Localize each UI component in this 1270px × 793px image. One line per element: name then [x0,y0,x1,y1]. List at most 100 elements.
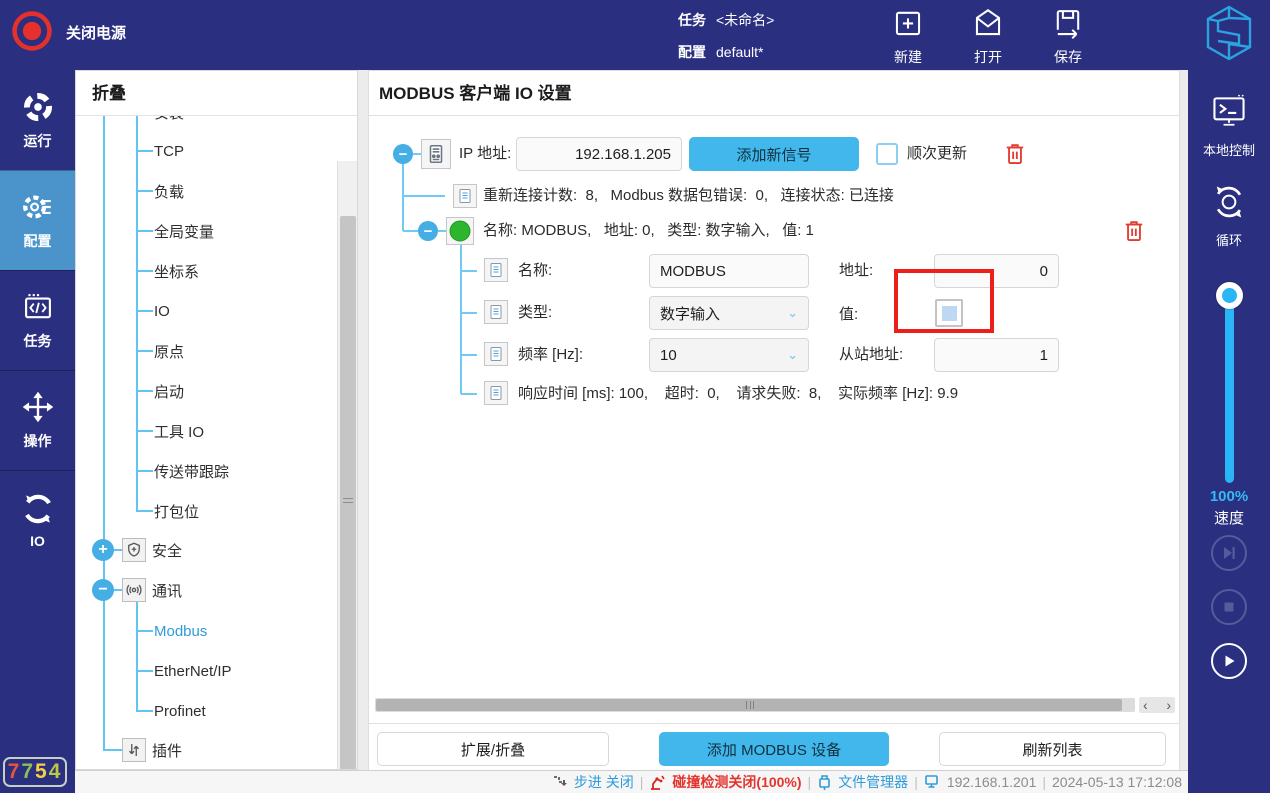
name-label: 名称: [518,261,552,281]
speed-percent: 100% [1188,488,1270,505]
tree-item-conveyor[interactable]: 传送带跟踪 [76,451,331,491]
config-tree-panel: 折叠 安装 TCP 负载 全局变量 坐标系 IO 原点 启动 工具 IO [75,70,358,770]
play-button[interactable] [1211,643,1247,679]
config-name: 配置default* [678,42,763,62]
collision-detect-status[interactable]: 碰撞检测关闭(100%) [672,772,801,792]
right-sidebar: 本地控制 循环 100% 速度 [1188,70,1270,793]
tree-item-payload[interactable]: 负载 [76,171,331,211]
sidebar-item-config[interactable]: 配置 [0,170,75,270]
expand-plus-icon[interactable]: + [92,539,114,561]
scroll-left-icon[interactable]: ‹ [1143,697,1148,713]
trash-icon [1004,142,1026,166]
signal-status-icon [446,217,474,245]
add-modbus-device-button[interactable]: 添加 MODBUS 设备 [659,732,889,766]
file-manager-icon [817,774,832,791]
sidebar-item-operate[interactable]: 操作 [0,370,75,470]
device-collapse-icon[interactable]: − [393,144,413,164]
scroll-right-icon[interactable]: › [1166,697,1171,713]
modbus-device-icon [421,139,451,169]
save-button[interactable]: 保存 [1036,6,1100,67]
delete-signal-button[interactable] [1123,219,1145,245]
sidebar-item-run[interactable]: 运行 [0,70,75,170]
step-mode-status[interactable]: 步进 关闭 [574,772,634,792]
shield-icon [122,538,146,562]
tree-item-pack-position[interactable]: 打包位 [76,491,331,531]
tree-item-coordinate[interactable]: 坐标系 [76,251,331,291]
highlight-annotation-box [894,269,994,333]
sequential-update-checkbox[interactable] [876,143,898,165]
delete-device-button[interactable] [1004,142,1026,168]
top-bar: 关闭电源 任务<未命名> 配置default* 新建 打开 保存 [0,0,1270,70]
document-icon [453,184,477,208]
value-label: 值: [839,305,858,325]
task-name: 任务<未命名> [678,10,774,30]
tree-item-profinet[interactable]: Profinet [76,691,331,731]
io-cycle-icon [21,492,55,526]
tree-item-safety[interactable]: + 安全 [76,530,331,570]
step-next-button[interactable] [1211,535,1247,571]
power-button[interactable] [10,9,54,53]
sidebar-item-task[interactable]: 任务 [0,270,75,370]
brand-logo-icon [1202,4,1256,62]
loop-button[interactable]: 循环 [1188,182,1270,249]
tree-item-communication[interactable]: − 通讯 [76,570,331,610]
loop-icon [1209,182,1249,222]
frequency-dropdown[interactable]: 10 ⌄ [649,338,809,372]
expand-collapse-button[interactable]: 扩展/折叠 [377,732,609,766]
stop-button[interactable] [1211,589,1247,625]
tree-item-home[interactable]: 原点 [76,331,331,371]
tree-item-tool-io[interactable]: 工具 IO [76,411,331,451]
local-control-button[interactable]: 本地控制 [1188,92,1270,159]
horizontal-scrollbar[interactable] [375,698,1135,712]
speed-slider-track[interactable] [1225,298,1234,483]
datetime: 2024-05-13 17:12:08 [1052,774,1182,790]
tree-scrollbar-thumb[interactable] [340,216,356,769]
chevron-down-icon: ⌄ [787,305,798,321]
tree-item-global-vars[interactable]: 全局变量 [76,211,331,251]
tree-item-tcp[interactable]: TCP [76,131,331,171]
horizontal-scrollbar-thumb[interactable] [376,699,1122,711]
local-control-icon [1209,92,1249,132]
save-icon [1051,6,1085,40]
open-file-icon [971,6,1005,40]
chevron-down-icon: ⌄ [787,347,798,363]
robot-ip: 192.168.1.201 [947,774,1037,790]
status-bar: 步进 关闭 | 碰撞检测关闭(100%) | 文件管理器 | 192.168.1… [75,770,1188,793]
ip-input[interactable] [516,137,682,171]
network-icon [924,774,941,790]
name-input[interactable] [649,254,809,288]
left-sidebar: 运行 配置 任务 操作 IO 7 7 [0,70,75,793]
tree-item-plugin[interactable]: 插件 [76,730,331,769]
type-label: 类型: [518,303,552,323]
modbus-settings-panel: MODBUS 客户端 IO 设置 − IP 地址: 添加新信号 顺次更新 重新连… [368,70,1180,770]
signal-collapse-icon[interactable]: − [418,221,438,241]
trash-icon [1123,219,1145,243]
tree-item-startup[interactable]: 启动 [76,371,331,411]
tree-item-io[interactable]: IO [76,291,331,331]
signal-summary: 名称: MODBUS, 地址: 0, 类型: 数字输入, 值: 1 [483,221,814,241]
broadcast-icon [122,578,146,602]
speed-slider-knob[interactable] [1216,282,1243,309]
connection-stats: 重新连接计数: 8, Modbus 数据包错误: 0, 连接状态: 已连接 [483,186,894,206]
open-button[interactable]: 打开 [956,6,1020,67]
gear-icon [21,190,55,224]
refresh-list-button[interactable]: 刷新列表 [939,732,1166,766]
collapse-minus-icon[interactable]: − [92,579,114,601]
config-tree: 安装 TCP 负载 全局变量 坐标系 IO 原点 启动 工具 IO 传送带跟踪 [76,116,357,769]
stop-icon [1221,599,1237,615]
collapse-header[interactable]: 折叠 [76,71,357,116]
power-label: 关闭电源 [66,22,126,43]
speed-label: 速度 [1188,507,1270,528]
file-manager-link[interactable]: 文件管理器 [838,772,908,792]
response-stats: 响应时间 [ms]: 100, 超时: 0, 请求失败: 8, 实际频率 [Hz… [518,384,958,404]
type-dropdown[interactable]: 数字输入 ⌄ [649,296,809,330]
tree-item-install[interactable]: 安装 [76,116,331,132]
new-button[interactable]: 新建 [876,6,940,67]
tree-item-modbus[interactable]: Modbus [76,611,331,651]
tree-item-ethernet-ip[interactable]: EtherNet/IP [76,651,331,691]
slave-address-input[interactable] [934,338,1059,372]
sidebar-item-io[interactable]: IO [0,470,75,570]
tree-scrollbar[interactable] [337,161,357,769]
footer-toolbar: 扩展/折叠 添加 MODBUS 设备 刷新列表 [369,723,1179,771]
add-signal-button[interactable]: 添加新信号 [689,137,859,171]
